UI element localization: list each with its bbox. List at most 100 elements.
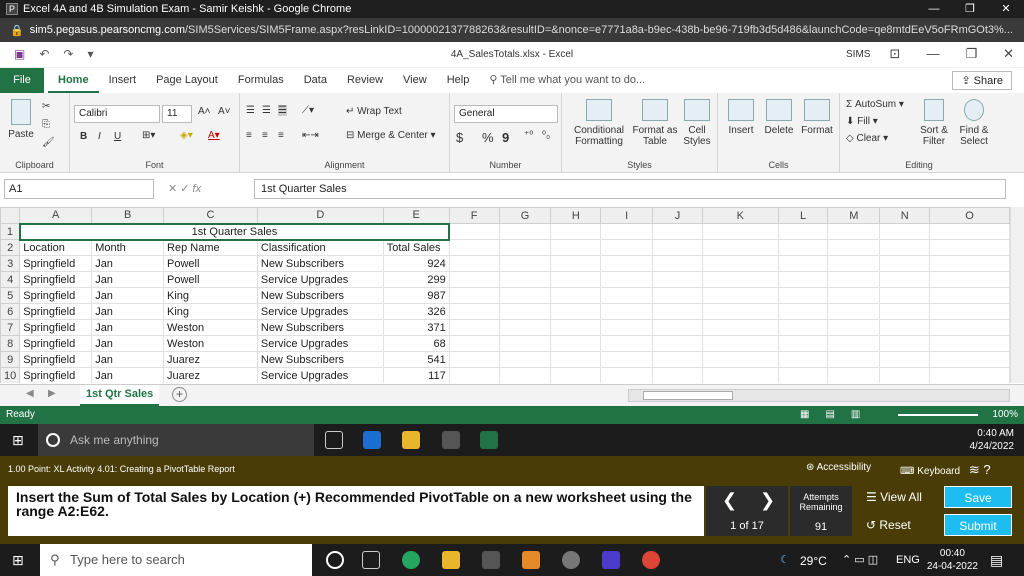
row-number[interactable]: 1	[0, 223, 21, 240]
sort-filter-button[interactable]: Sort & Filter	[916, 99, 952, 147]
empty-cell[interactable]	[448, 287, 500, 304]
ribbon-display-icon[interactable]: ⊡	[890, 46, 901, 62]
submit-button[interactable]: Submit	[944, 514, 1012, 536]
zoom-level[interactable]: 100%	[992, 406, 1018, 424]
column-header[interactable]: G	[498, 207, 552, 224]
column-header[interactable]: N	[879, 207, 931, 224]
data-cell[interactable]: Jan	[91, 271, 165, 288]
merge-center-button[interactable]: ⊟ Merge & Center ▾	[346, 130, 436, 141]
cut-icon[interactable]: ✂	[42, 101, 50, 112]
empty-cell[interactable]	[550, 287, 602, 304]
sheet-tab-1st-qtr-sales[interactable]: 1st Qtr Sales	[80, 385, 160, 406]
dell-icon[interactable]	[562, 551, 580, 569]
empty-cell[interactable]	[929, 223, 1010, 240]
empty-cell[interactable]	[929, 367, 1010, 383]
increase-font-icon[interactable]: A˄	[198, 106, 211, 117]
empty-cell[interactable]	[701, 367, 779, 383]
row-number[interactable]: 8	[0, 335, 21, 352]
empty-cell[interactable]	[879, 335, 931, 352]
select-all-corner[interactable]	[0, 207, 21, 224]
empty-cell[interactable]	[652, 239, 703, 256]
empty-cell[interactable]	[827, 287, 881, 304]
empty-cell[interactable]	[879, 255, 931, 272]
next-sheet-icon[interactable]: ▶	[48, 388, 56, 399]
format-cells-button[interactable]: Format	[798, 99, 836, 136]
autosum-button[interactable]: Σ AutoSum ▾	[846, 99, 904, 110]
data-cell[interactable]: Service Upgrades	[256, 367, 384, 383]
edge-icon[interactable]	[402, 551, 420, 569]
cortana-icon[interactable]	[326, 551, 344, 569]
delete-cells-button[interactable]: Delete	[760, 99, 798, 136]
app-icon[interactable]	[602, 551, 620, 569]
empty-cell[interactable]	[550, 223, 602, 240]
font-name-select[interactable]: Calibri	[74, 105, 160, 123]
add-sheet-icon[interactable]: +	[172, 387, 187, 402]
minimize-icon[interactable]: —	[916, 0, 952, 18]
paste-button[interactable]: Paste	[4, 99, 38, 140]
close-icon[interactable]: ✕	[1003, 46, 1014, 62]
data-cell[interactable]: 371	[382, 319, 450, 336]
save-button[interactable]: Save	[944, 486, 1012, 508]
data-cell[interactable]: Springfield	[19, 335, 93, 352]
column-header[interactable]: H	[550, 207, 602, 224]
data-cell[interactable]: Juarez	[163, 351, 258, 368]
empty-cell[interactable]	[701, 271, 779, 288]
empty-cell[interactable]	[777, 287, 829, 304]
empty-cell[interactable]	[777, 351, 829, 368]
data-cell[interactable]: Springfield	[19, 319, 93, 336]
vertical-scrollbar[interactable]	[1010, 207, 1024, 383]
tab-formulas[interactable]: Formulas	[228, 68, 294, 93]
task-view-icon[interactable]	[325, 431, 343, 449]
empty-cell[interactable]	[600, 239, 654, 256]
tab-data[interactable]: Data	[294, 68, 337, 93]
windows-start-icon[interactable]: ⊞	[12, 432, 24, 449]
column-header[interactable]: E	[382, 207, 450, 224]
column-header[interactable]: A	[19, 207, 93, 224]
next-question-icon[interactable]: ❯	[760, 490, 775, 511]
empty-cell[interactable]	[929, 271, 1010, 288]
empty-cell[interactable]	[929, 335, 1010, 352]
comma-button[interactable]: 9	[502, 130, 509, 145]
tab-review[interactable]: Review	[337, 68, 393, 93]
align-center-icon[interactable]: ≡	[262, 130, 268, 141]
column-header[interactable]: M	[827, 207, 881, 224]
data-cell[interactable]: Weston	[163, 319, 258, 336]
file-explorer-icon[interactable]	[442, 551, 460, 569]
title-cell[interactable]: 1st Quarter Sales	[18, 222, 451, 241]
empty-cell[interactable]	[600, 255, 654, 272]
data-cell[interactable]: 299	[382, 271, 450, 288]
row-number[interactable]: 3	[0, 255, 21, 272]
format-as-table-button[interactable]: Format as Table	[632, 99, 678, 147]
name-box[interactable]: A1	[4, 179, 154, 199]
empty-cell[interactable]	[498, 367, 552, 383]
data-cell[interactable]: Jan	[91, 335, 165, 352]
column-header[interactable]: O	[929, 207, 1010, 224]
row-number[interactable]: 10	[0, 367, 21, 383]
column-header[interactable]: F	[448, 207, 500, 224]
tab-home[interactable]: Home	[48, 68, 99, 93]
format-painter-icon[interactable]: 🖌	[42, 137, 55, 148]
empty-cell[interactable]	[448, 303, 500, 320]
empty-cell[interactable]	[600, 335, 654, 352]
restore-icon[interactable]: ❐	[965, 46, 977, 62]
keyboard-button[interactable]: ⌨ Keyboard ≋ ?	[900, 462, 991, 478]
data-cell[interactable]: Jan	[91, 255, 165, 272]
store-icon[interactable]	[482, 551, 500, 569]
empty-cell[interactable]	[448, 255, 500, 272]
empty-cell[interactable]	[827, 351, 881, 368]
empty-cell[interactable]	[777, 239, 829, 256]
minimize-icon[interactable]: —	[926, 46, 939, 62]
data-cell[interactable]: Weston	[163, 335, 258, 352]
empty-cell[interactable]	[777, 255, 829, 272]
align-left-icon[interactable]: ≡	[246, 130, 252, 141]
data-cell[interactable]: 987	[382, 287, 450, 304]
empty-cell[interactable]	[652, 319, 703, 336]
close-icon[interactable]: ✕	[988, 0, 1024, 18]
empty-cell[interactable]	[879, 351, 931, 368]
empty-cell[interactable]	[929, 351, 1010, 368]
data-cell[interactable]: 68	[382, 335, 450, 352]
empty-cell[interactable]	[652, 223, 703, 240]
bold-button[interactable]: B	[80, 131, 87, 142]
data-cell[interactable]: 924	[382, 255, 450, 272]
fill-color-icon[interactable]: ◈▾	[180, 130, 193, 141]
